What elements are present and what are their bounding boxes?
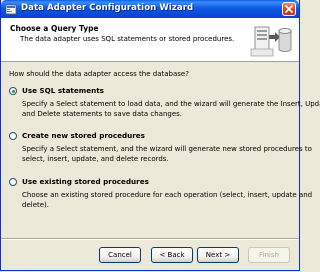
cancel-button[interactable]: Cancel xyxy=(99,247,141,263)
finish-button[interactable]: Finish xyxy=(248,247,290,263)
option-label[interactable]: Use SQL statements xyxy=(22,86,104,95)
wizard-app-icon xyxy=(5,4,17,15)
wizard-header: Choose a Query Type The data adapter use… xyxy=(1,18,299,62)
option-description: Specify a Select statement to load data,… xyxy=(22,100,320,118)
title-bar[interactable]: Data Adapter Configuration Wizard xyxy=(1,0,299,18)
option-description: Specify a Select statement, and the wiza… xyxy=(22,145,312,163)
radio-use-sql-statements[interactable] xyxy=(9,87,17,95)
question-text: How should the data adapter access the d… xyxy=(9,70,189,78)
window-title: Data Adapter Configuration Wizard xyxy=(21,3,194,13)
footer-divider xyxy=(1,238,299,240)
option-label[interactable]: Create new stored procedures xyxy=(22,131,145,140)
option-label[interactable]: Use existing stored procedures xyxy=(22,177,149,186)
next-button[interactable]: Next > xyxy=(197,247,239,263)
wizard-window: Data Adapter Configuration Wizard Choose… xyxy=(0,0,320,271)
back-button[interactable]: < Back xyxy=(151,247,193,263)
close-icon xyxy=(285,5,293,13)
option-description: Choose an existing stored procedure for … xyxy=(22,191,313,209)
page-subtitle: The data adapter uses SQL statements or … xyxy=(20,35,235,43)
database-server-icon xyxy=(250,26,292,57)
radio-create-new-stored-procedures[interactable] xyxy=(9,132,17,140)
page-title: Choose a Query Type xyxy=(10,24,99,33)
radio-use-existing-stored-procedures[interactable] xyxy=(9,178,17,186)
close-button[interactable] xyxy=(282,2,296,16)
